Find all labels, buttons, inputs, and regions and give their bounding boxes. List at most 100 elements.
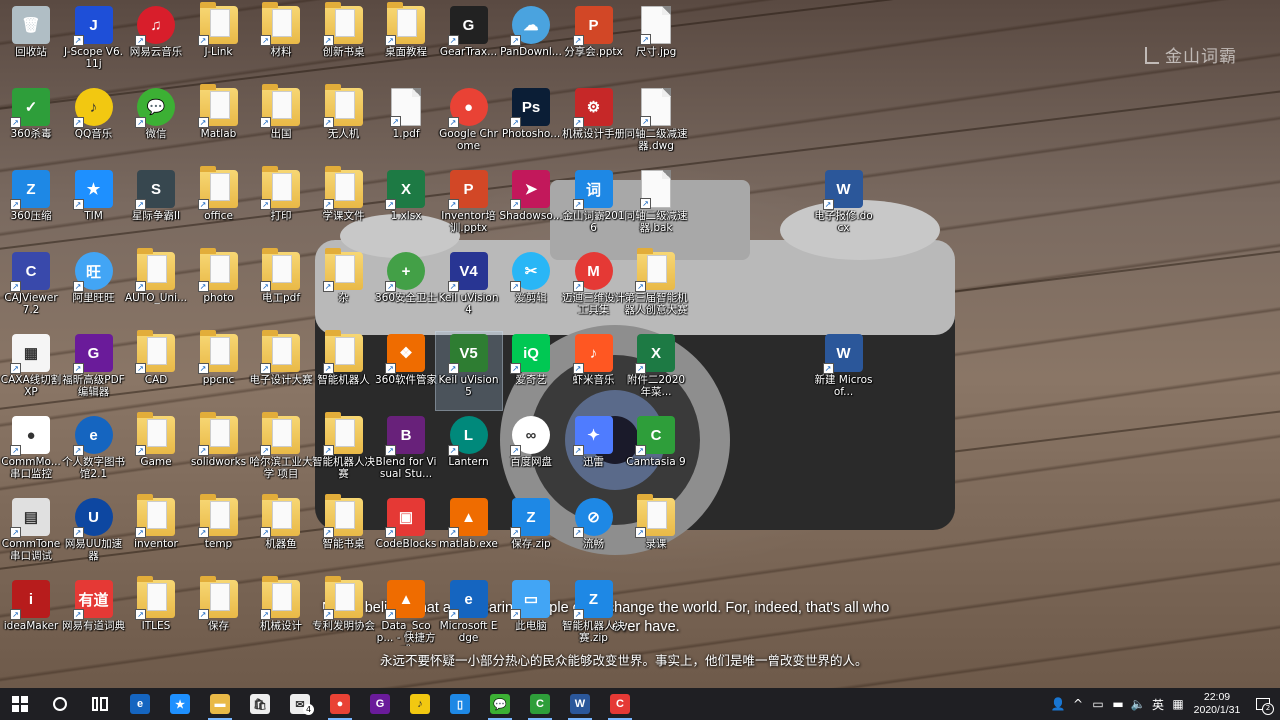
desktop-icon[interactable]: ↗ 材料 [248,2,314,82]
desktop-icon[interactable]: U ↗ 网易UU加速器 [61,496,127,574]
desktop-icon[interactable]: ↗ 无人机 [311,84,377,164]
desktop-icon[interactable]: Z ↗ 智能机器人决赛.zip [561,578,627,656]
desktop-icon[interactable]: ➤ ↗ Shadowso... [498,168,564,246]
file-explorer-taskbar-icon[interactable]: ▬ [200,688,240,720]
desktop-icon[interactable]: C ↗ CAJViewer 7.2 [0,250,64,328]
desktop-icon[interactable]: G ↗ 福昕高级PDF编辑器 [61,332,127,410]
desktop-icon[interactable]: ↗ 智能书桌 [311,494,377,574]
desktop-icon[interactable]: ⚙ ↗ 机械设计手册 [561,86,627,164]
desktop-icon[interactable]: P ↗ Inventor培训.pptx [436,168,502,246]
desktop-icon[interactable]: ∞ ↗ 百度网盘 [498,414,564,492]
desktop-icon[interactable]: B ↗ Blend for Visual Stu... [373,414,439,492]
chrome-taskbar-icon[interactable]: ● [320,688,360,720]
desktop-icon[interactable]: S ↗ 星际争霸II [123,168,189,246]
desktop-icon[interactable]: ↗ J-Link [186,2,252,82]
desktop-icon[interactable]: ↗ 电子设计大赛 [248,330,314,410]
desktop-icon[interactable]: + ↗ 360安全卫士 [373,250,439,328]
ime-mode-icon[interactable]: ▦ [1168,688,1188,720]
desktop-icon[interactable]: ↗ 智能机器人 [311,330,377,410]
desktop-icon[interactable]: ↗ 学课文件 [311,166,377,246]
desktop-icon[interactable]: ↗ 智能机器人决赛 [311,412,377,492]
desktop-icon[interactable]: ▲ ↗ matlab.exe [436,496,502,574]
desktop-icon[interactable]: X ↗ 附件二2020年菜... [623,332,689,410]
battery-icon[interactable]: ▬ [1108,688,1128,720]
cortana-button[interactable] [40,688,80,720]
desktop-icon[interactable]: P ↗ 分享会.pptx [561,4,627,82]
qq-music-taskbar-icon[interactable]: ♪ [400,688,440,720]
tim-taskbar-icon[interactable]: ★ [160,688,200,720]
people-icon[interactable]: 👤 [1048,688,1068,720]
edge-taskbar-icon[interactable]: e [120,688,160,720]
desktop-icon[interactable]: ↗ temp [186,494,252,574]
show-hidden-icons-chevron-icon[interactable]: ^ [1068,688,1088,720]
desktop-icon[interactable]: ▭ ↗ 此电脑 [498,578,564,656]
desktop-icon[interactable]: 词 ↗ 金山词霸2016 [561,168,627,246]
desktop-icon[interactable]: X ↗ 1.xlsx [373,168,439,246]
network-icon[interactable]: ▭ [1088,688,1108,720]
desktop-icon[interactable]: V4 ↗ Keil uVision4 [436,250,502,328]
desktop-icon[interactable]: W ↗ 新建 Microsof... [811,332,877,410]
desktop-icon[interactable]: ● ↗ CommMo...串口监控 [0,414,64,492]
desktop-icon[interactable]: 🗑 回收站 [0,4,64,82]
desktop-icon[interactable]: ↗ CAD [123,330,189,410]
foxit-taskbar-icon[interactable]: G [360,688,400,720]
action-center-button[interactable]: 2 [1246,688,1280,720]
desktop-icon[interactable]: iQ ↗ 爱奇艺 [498,332,564,410]
start-button[interactable] [0,688,40,720]
desktop-icon[interactable]: ↗ 机械设计 [248,576,314,656]
task-view-button[interactable] [80,688,120,720]
desktop-icon[interactable]: 💬 ↗ 微信 [123,86,189,164]
desktop-icon[interactable]: ✦ ↗ 迅雷 [561,414,627,492]
desktop-icon[interactable]: ▣ ↗ CodeBlocks [373,496,439,574]
desktop-icon[interactable]: 有道 ↗ 网易有道词典 [61,578,127,656]
desktop-icon[interactable]: ⊘ ↗ 流畅 [561,496,627,574]
camtasia-taskbar-icon[interactable]: C [520,688,560,720]
phone-taskbar-icon[interactable]: ▯ [440,688,480,720]
desktop-icon[interactable]: ❖ ↗ 360软件管家 [373,332,439,410]
desktop-icon[interactable]: ↗ 电工pdf [248,248,314,328]
desktop-icon[interactable]: 旺 ↗ 阿里旺旺 [61,250,127,328]
desktop-icon[interactable]: ↗ photo [186,248,252,328]
desktop-icon[interactable]: ↗ 机器鱼 [248,494,314,574]
desktop-icon[interactable]: V5 ↗ Keil uVision5 [434,331,503,411]
desktop-icon[interactable]: ↗ 录课 [623,494,689,574]
desktop-icon[interactable]: ♪ ↗ QQ音乐 [61,86,127,164]
recorder-taskbar-icon[interactable]: C [600,688,640,720]
desktop-icon[interactable]: ↗ ppcnc [186,330,252,410]
desktop-icon[interactable]: ↗ AUTO_Uni... [123,248,189,328]
desktop-icon[interactable]: G ↗ GearTrax... [436,4,502,82]
desktop-icon[interactable]: ↗ 出国 [248,84,314,164]
desktop-icon[interactable]: ↗ 尺寸.jpg [623,4,689,82]
desktop-icon[interactable]: Z ↗ 360压缩 [0,168,64,246]
desktop-icon[interactable]: ↗ 第三届智能机器人创意大赛 [623,248,689,328]
desktop-icon[interactable]: ● ↗ Google Chrome [436,86,502,164]
wechat-taskbar-icon[interactable]: 💬 [480,688,520,720]
desktop-icon[interactable]: ▦ ↗ CAXA线切割XP [0,332,64,410]
desktop-icon[interactable]: ↗ 桌面教程 [373,2,439,82]
desktop-icon[interactable]: ▤ ↗ CommTone串口调试 [0,496,64,574]
desktop-icon[interactable]: W ↗ 电子报修.docx [811,168,877,246]
desktop-icon[interactable]: ↗ 创新书桌 [311,2,377,82]
desktop-icon[interactable]: L ↗ Lantern [436,414,502,492]
desktop-icon[interactable]: i ↗ ideaMaker [0,578,64,656]
desktop-icon[interactable]: ▲↗Data_Scop... - 快捷方式 [373,578,439,656]
desktop-icon[interactable]: ✂ ↗ 爱剪辑 [498,250,564,328]
desktop-icon[interactable]: Z ↗ 保存.zip [498,496,564,574]
desktop-icon[interactable]: ↗ 1.pdf [373,86,439,164]
ime-indicator[interactable]: 英 [1148,688,1168,720]
desktop-icon[interactable]: ↗ inventor [123,494,189,574]
desktop-icon[interactable]: C ↗ Camtasia 9 [623,414,689,492]
desktop-icon[interactable]: ↗ 打印 [248,166,314,246]
desktop-icon[interactable]: ♪ ↗ 虾米音乐 [561,332,627,410]
desktop-icon[interactable]: ☁ ↗ PanDownl... [498,4,564,82]
desktop-icon[interactable]: ✓ ↗ 360杀毒 [0,86,64,164]
desktop-icon[interactable]: ↗ office [186,166,252,246]
desktop-icon[interactable]: ↗ 专利发明协会 [311,576,377,656]
desktop-icon[interactable]: M ↗ 迈迪三维设计工具集 [561,250,627,328]
desktop-icon[interactable]: ♫ ↗ 网易云音乐 [123,4,189,82]
desktop-icon[interactable]: ↗ solidworks [186,412,252,492]
desktop-icon[interactable]: ↗ 保存 [186,576,252,656]
desktop-icon[interactable]: ↗ Game [123,412,189,492]
desktop-icon[interactable]: ↗ 同轴二级减速器.bak [623,168,689,246]
desktop-icon[interactable]: ↗ 哈尔滨工业大学 项目 [248,412,314,492]
